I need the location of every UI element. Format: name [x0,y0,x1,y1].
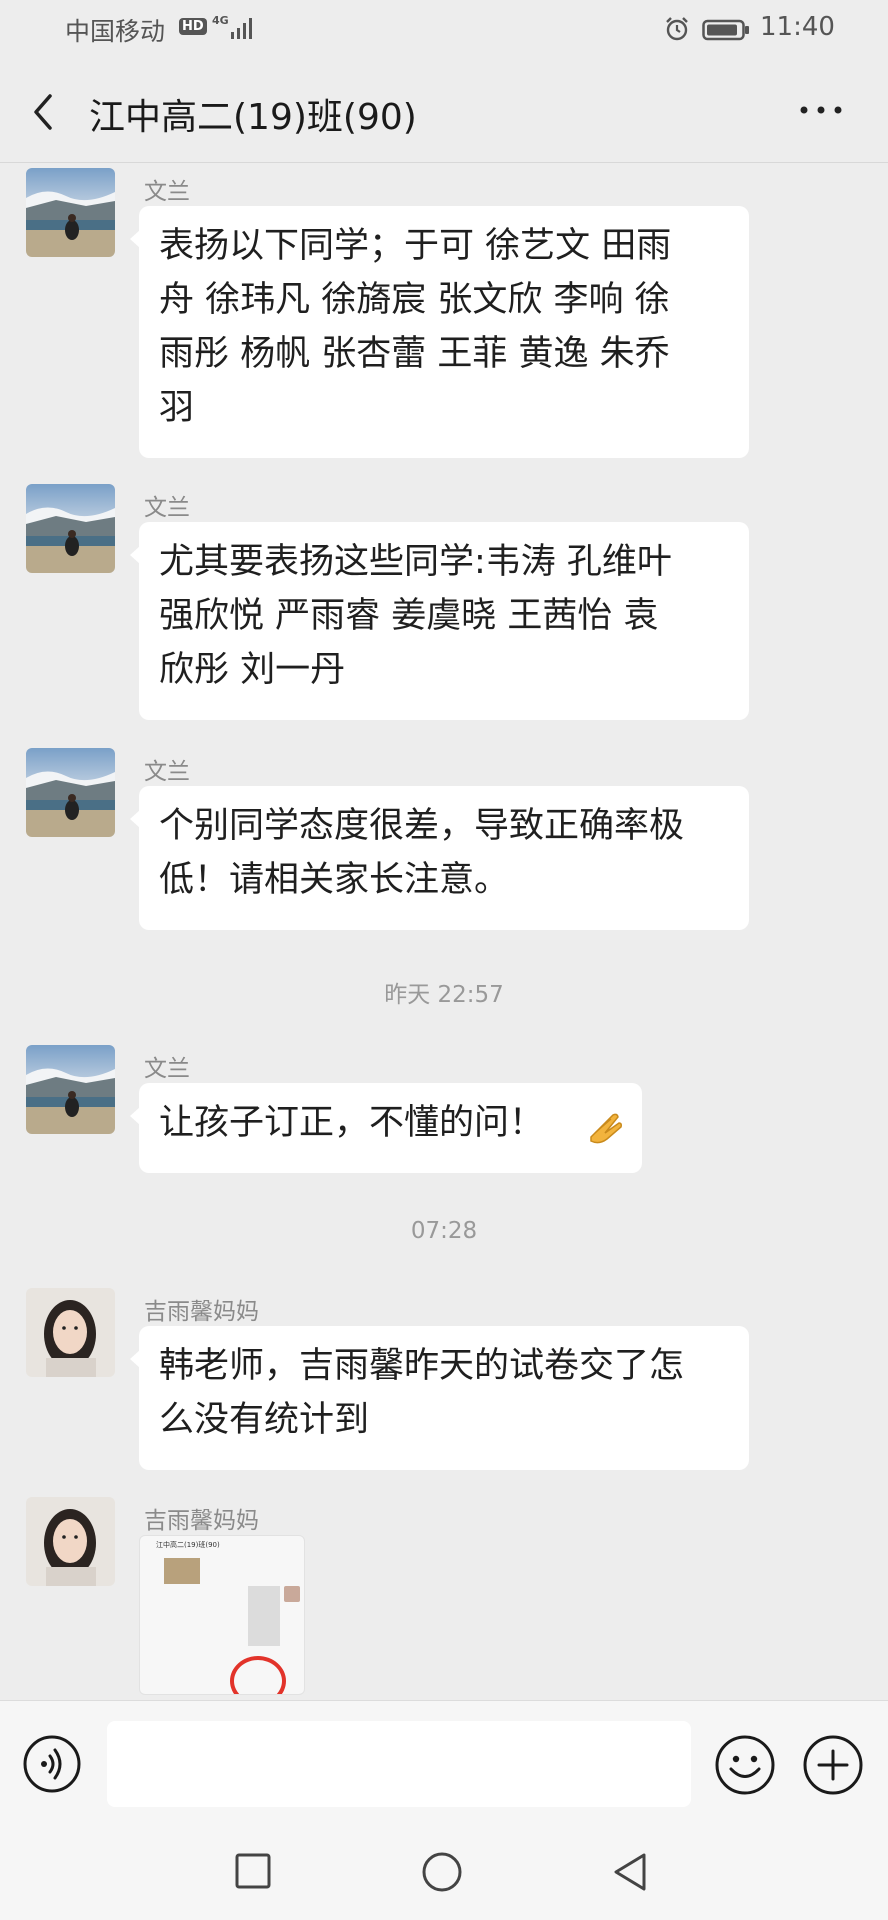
message-line: 强欣悦 严雨睿 姜虞晓 王茜怡 袁 [159,596,659,636]
chat-title: 江中高二(19)班(90) [89,97,417,138]
message-bubble[interactable]: 表扬以下同学；于可 徐艺文 田雨 舟 徐玮凡 徐旖宸 张文欣 李响 徐 雨彤 杨… [130,206,749,458]
message-line: 表扬以下同学；于可 徐艺文 田雨 [159,226,672,266]
image-thumb-page [248,1586,280,1646]
message-line: 低！请相关家长注意。 [159,860,510,900]
message-bubble[interactable]: 韩老师，吉雨馨昨天的试卷交了怎 么没有统计到 [130,1326,749,1470]
input-bar [0,1700,888,1826]
message-line: 舟 徐玮凡 徐旖宸 张文欣 李响 徐 [159,280,670,320]
nav-back-icon[interactable] [608,1850,652,1894]
message-line: 欣彤 刘一丹 [159,650,346,690]
nav-recent-icon[interactable] [234,1852,272,1890]
sender-name: 文兰 [144,1056,190,1082]
message-line: 个别同学态度很差，导致正确率极 [159,806,685,846]
message-bubble[interactable]: 个别同学态度很差，导致正确率极 低！请相关家长注意。 [130,786,749,930]
plus-icon[interactable] [802,1734,864,1796]
carrier-label: 中国移动 [65,17,166,46]
avatar[interactable] [26,748,115,837]
back-icon[interactable] [28,90,62,134]
timestamp: 07:28 [410,1218,478,1244]
sender-name: 吉雨馨妈妈 [144,1508,259,1534]
clock-label: 11:40 [760,12,835,42]
battery-icon [702,19,749,41]
signal-icon [231,18,252,39]
sender-name: 文兰 [144,495,190,521]
status-bar: 中国移动 HD 4G 11:40 [0,0,888,60]
sender-name: 吉雨馨妈妈 [144,1299,259,1325]
emoji-icon[interactable] [714,1734,776,1796]
hd-badge: HD [179,18,207,35]
message-line: 么没有统计到 [159,1400,370,1440]
message-bubble[interactable]: 让孩子订正，不懂的问！ [130,1083,642,1173]
chat-header: 江中高二(19)班(90) [0,60,888,163]
message-input[interactable] [107,1721,691,1807]
avatar[interactable] [26,1045,115,1134]
nav-home-icon[interactable] [420,1850,464,1894]
more-icon[interactable] [796,102,846,118]
image-thumb-block [164,1558,200,1584]
sender-name: 文兰 [144,179,190,205]
clap-emoji-icon [590,1113,622,1144]
alarm-icon [666,17,688,41]
message-bubble[interactable]: 尤其要表扬这些同学:韦涛 孔维叶 强欣悦 严雨睿 姜虞晓 王茜怡 袁 欣彤 刘一… [130,522,749,720]
image-thumb-highlight [230,1656,286,1694]
image-caption: 江中高二(19)班(90) [156,1541,220,1549]
message-line: 尤其要表扬这些同学:韦涛 孔维叶 [159,542,672,582]
system-nav-bar [0,1826,888,1920]
image-thumb-avatar [284,1586,300,1602]
voice-icon[interactable] [22,1734,82,1794]
avatar[interactable] [26,168,115,257]
message-line: 让孩子订正，不懂的问！ [159,1103,545,1143]
network-type-label: 4G [212,14,229,27]
message-line: 雨彤 杨帆 张杏蕾 王菲 黄逸 朱乔 [159,334,670,374]
image-message[interactable]: 江中高二(19)班(90) [139,1535,305,1695]
timestamp: 昨天 22:57 [384,982,504,1008]
message-line: 韩老师，吉雨馨昨天的试卷交了怎 [159,1346,685,1386]
message-line: 羽 [159,388,195,428]
avatar[interactable] [26,1497,115,1586]
avatar[interactable] [26,1288,115,1377]
avatar[interactable] [26,484,115,573]
sender-name: 文兰 [144,759,190,785]
